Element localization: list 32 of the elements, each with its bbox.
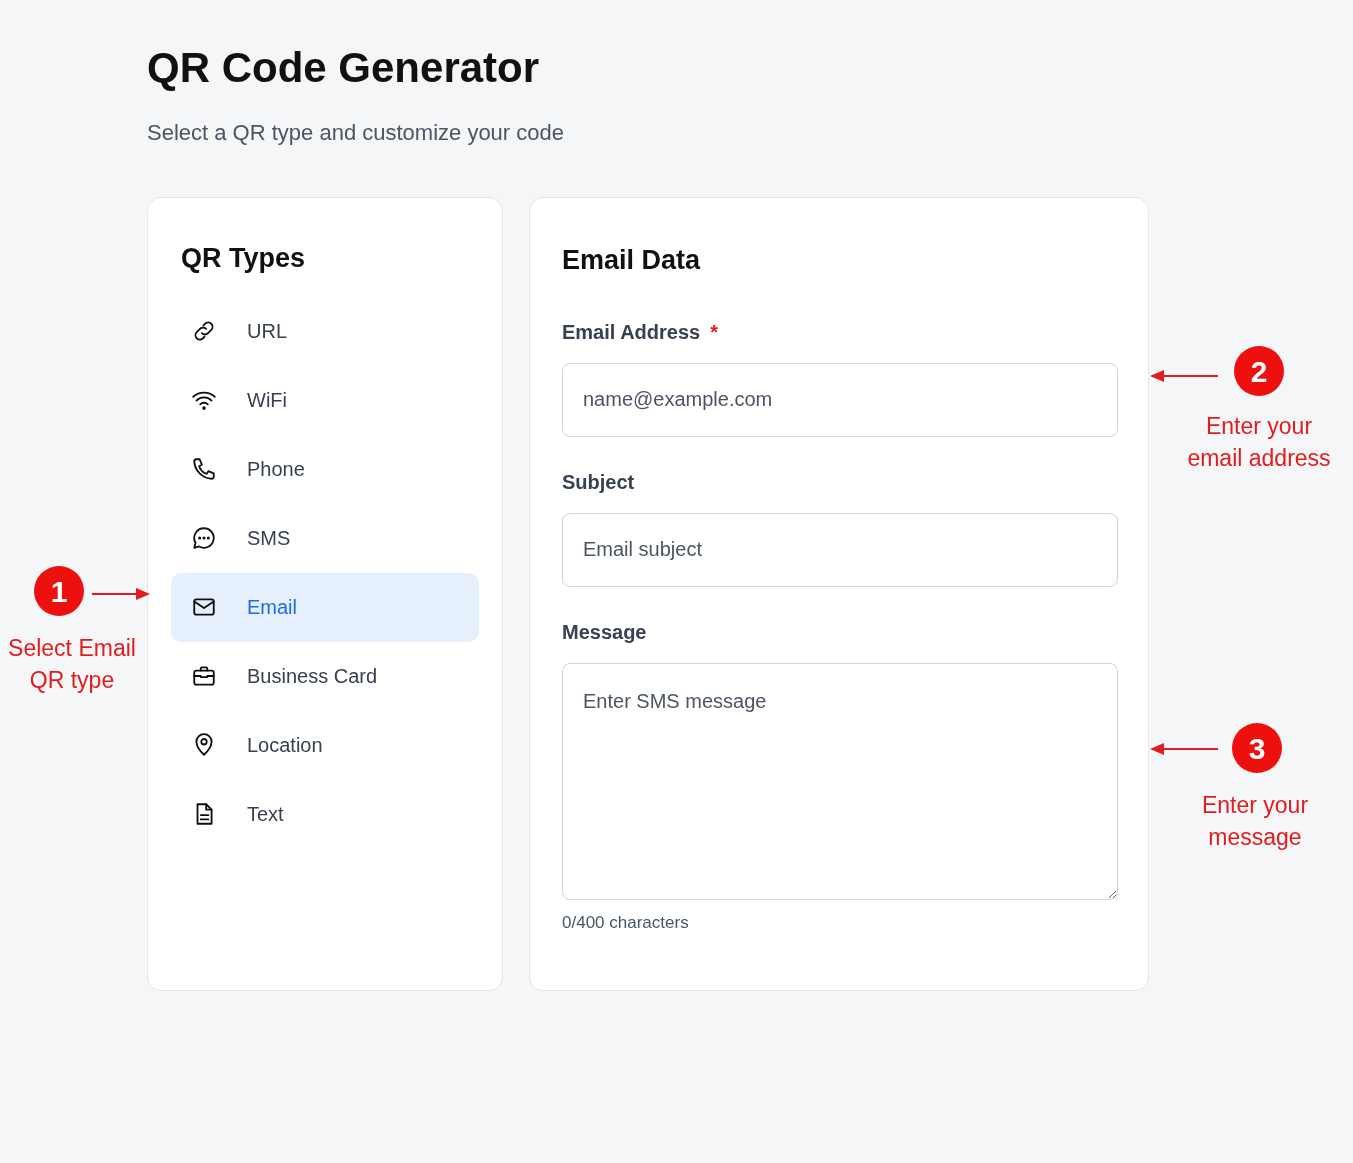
qr-type-item[interactable]: WiFi	[171, 365, 479, 435]
annotation-text: Enter your message	[1200, 791, 1310, 852]
step-number-badge: 2	[1234, 346, 1284, 396]
annotation-text: Enter your email address	[1186, 412, 1332, 473]
character-counter: 0/400 characters	[562, 911, 689, 934]
panel-title: QR Types	[181, 242, 306, 275]
step-number-badge: 3	[1232, 723, 1282, 773]
chat-bubble-icon	[191, 525, 217, 551]
arrow-icon	[1150, 368, 1218, 384]
panel-title: Email Data	[562, 244, 701, 277]
qr-type-item[interactable]: Phone	[171, 434, 479, 504]
input-field[interactable]: name@example.com	[562, 362, 1118, 437]
qr-type-item[interactable]: Email	[171, 572, 479, 642]
briefcase-icon	[191, 663, 217, 689]
qr-type-item[interactable]: Text	[171, 779, 479, 849]
page-title: QR Code Generator	[147, 43, 540, 93]
phone-icon	[191, 456, 217, 482]
arrow-icon	[1150, 741, 1218, 757]
qr-type-item[interactable]: Business Card	[171, 641, 479, 711]
field-label: Subject	[562, 469, 635, 495]
step-number-badge: 1	[34, 566, 84, 616]
field-label: Message	[562, 619, 647, 645]
message-field[interactable]: Enter SMS message	[562, 662, 1118, 900]
required-mark: *	[710, 319, 718, 345]
page-subtitle: Select a QR type and customize your code	[147, 119, 564, 147]
input-field[interactable]: Email subject	[562, 512, 1118, 587]
qr-type-item[interactable]: SMS	[171, 503, 479, 573]
qr-type-item[interactable]: URL	[171, 296, 479, 366]
annotation-text: Select Email QR type	[7, 634, 137, 695]
qr-type-item[interactable]: Location	[171, 710, 479, 780]
arrow-icon	[92, 586, 150, 602]
field-label: Email Address	[562, 319, 701, 345]
